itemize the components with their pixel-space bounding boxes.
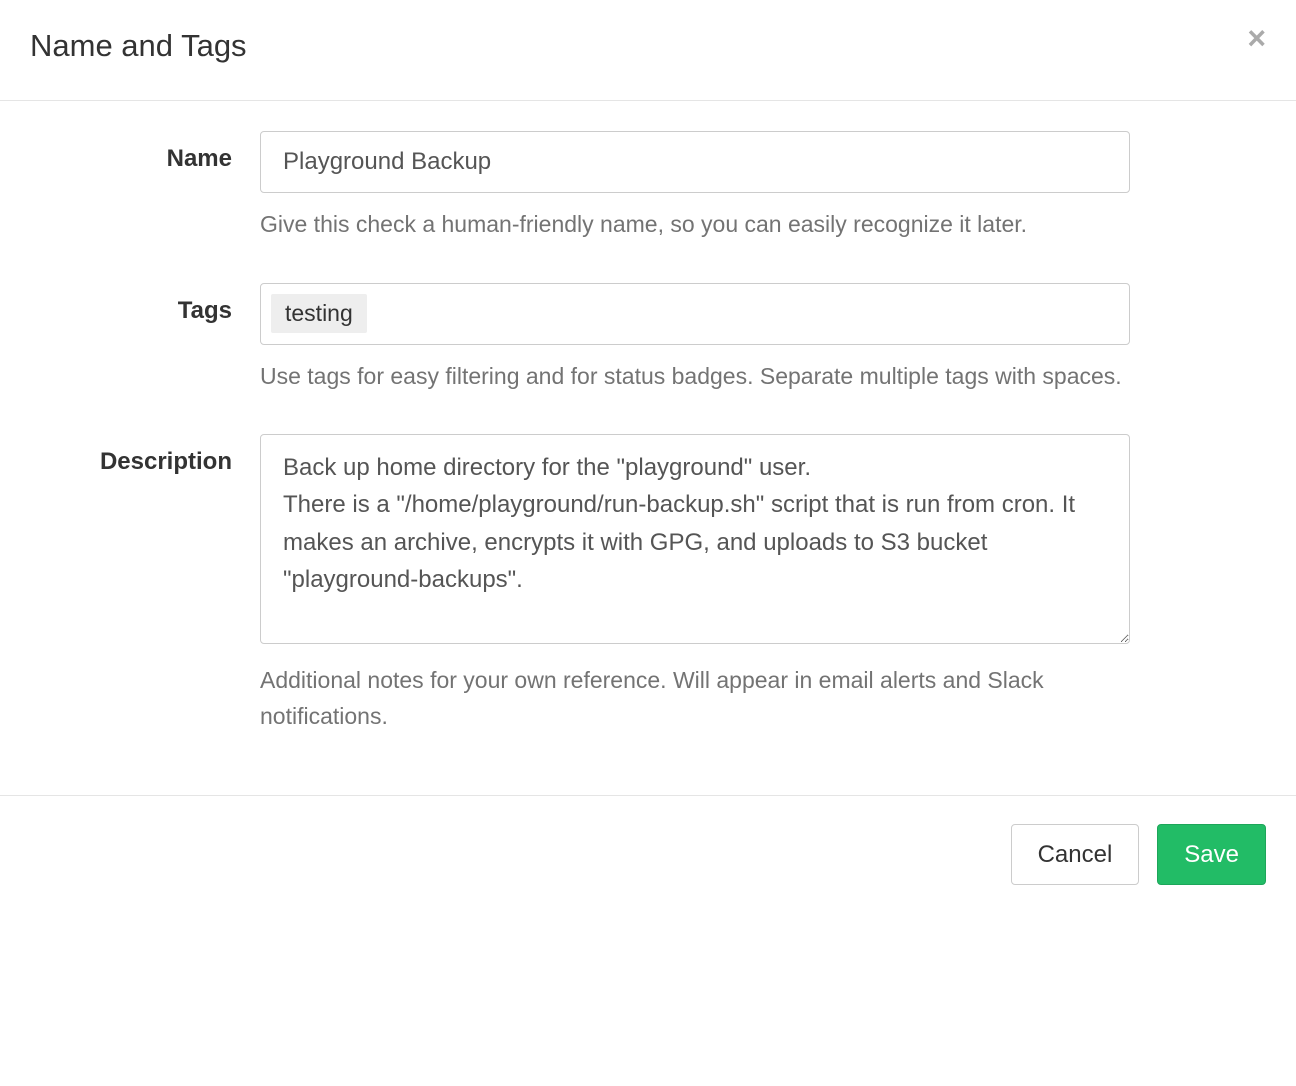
description-label: Description xyxy=(30,434,260,476)
description-row: Description Additional notes for your ow… xyxy=(30,434,1266,734)
modal-title: Name and Tags xyxy=(30,28,1266,64)
description-control-wrap: Additional notes for your own reference.… xyxy=(260,434,1130,734)
name-and-tags-modal: Name and Tags × Name Give this check a h… xyxy=(0,0,1296,913)
cancel-button[interactable]: Cancel xyxy=(1011,824,1140,885)
tags-row: Tags testing Use tags for easy filtering… xyxy=(30,283,1266,395)
name-control-wrap: Give this check a human-friendly name, s… xyxy=(260,131,1130,243)
modal-footer: Cancel Save xyxy=(0,795,1296,913)
name-help-text: Give this check a human-friendly name, s… xyxy=(260,207,1130,243)
tags-control-wrap: testing Use tags for easy filtering and … xyxy=(260,283,1130,395)
tag-chip[interactable]: testing xyxy=(271,294,367,333)
name-label: Name xyxy=(30,131,260,173)
modal-body: Name Give this check a human-friendly na… xyxy=(0,101,1296,795)
close-icon[interactable]: × xyxy=(1247,22,1266,54)
modal-header: Name and Tags × xyxy=(0,0,1296,101)
tags-help-text: Use tags for easy filtering and for stat… xyxy=(260,359,1130,395)
description-textarea[interactable] xyxy=(260,434,1130,644)
tags-input[interactable]: testing xyxy=(260,283,1130,345)
name-input[interactable] xyxy=(260,131,1130,193)
description-help-text: Additional notes for your own reference.… xyxy=(260,663,1130,734)
tags-label: Tags xyxy=(30,283,260,325)
save-button[interactable]: Save xyxy=(1157,824,1266,885)
name-row: Name Give this check a human-friendly na… xyxy=(30,131,1266,243)
